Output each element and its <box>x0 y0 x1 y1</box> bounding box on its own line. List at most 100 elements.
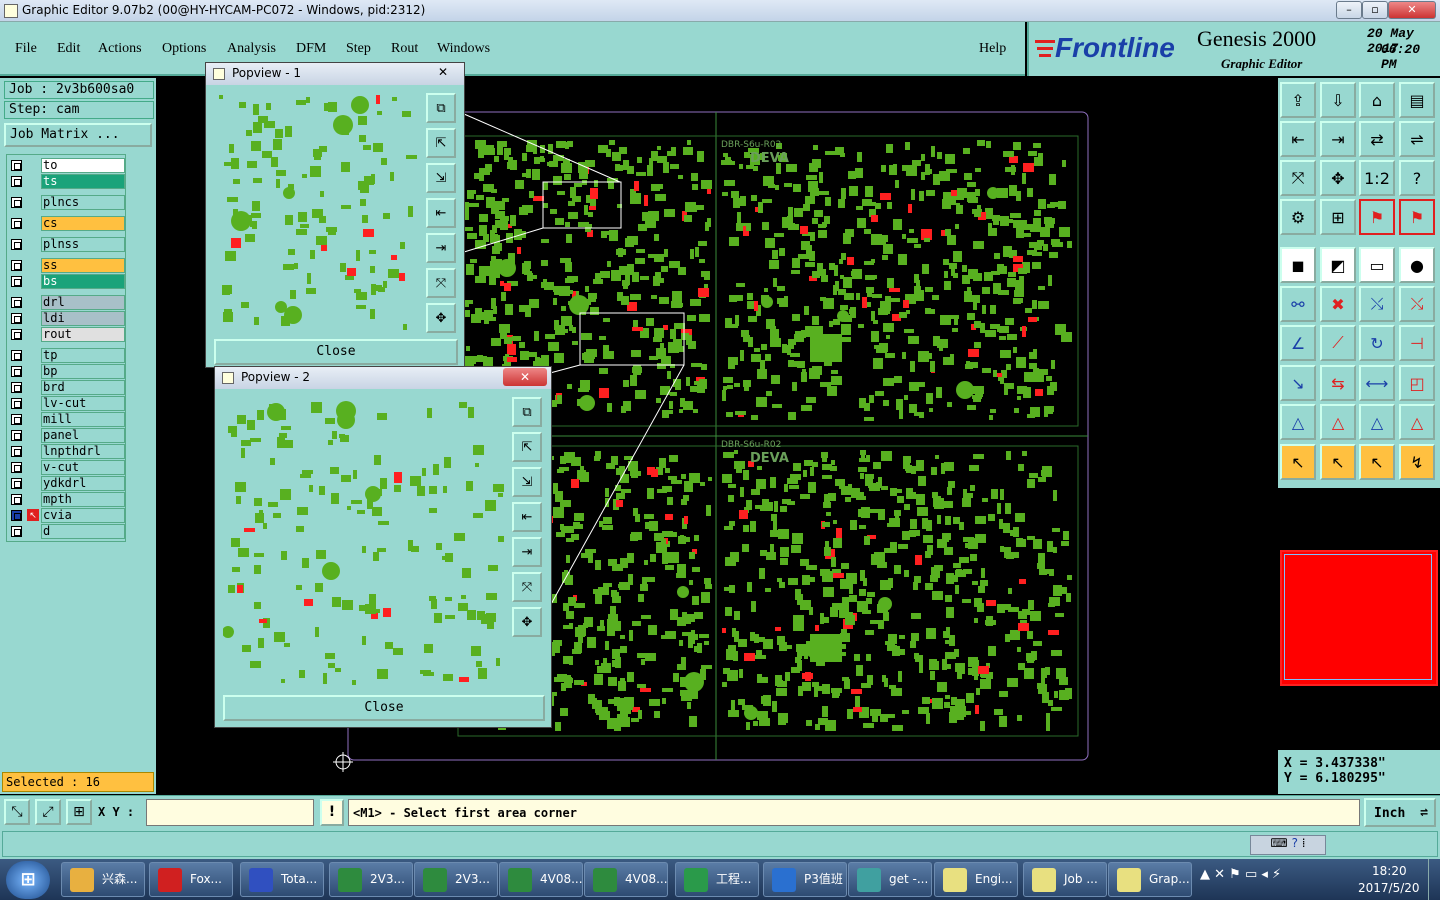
layer-row-cvia[interactable]: ↖ cvia <box>9 508 125 523</box>
layer-row-lv-cut[interactable]: lv-cut <box>9 396 125 411</box>
xy-input[interactable] <box>146 799 314 826</box>
menu-help[interactable]: Help <box>979 41 1006 57</box>
layer-name[interactable]: plncs <box>41 195 125 210</box>
layer-row-ldi[interactable]: ldi <box>9 311 125 326</box>
tool-button-32-icon[interactable]: ◰ <box>1399 365 1435 401</box>
popview-1-pan-right-icon[interactable]: ⇥ <box>426 233 456 263</box>
popview-2-canvas[interactable] <box>223 397 507 691</box>
layer-row-drl[interactable]: drl <box>9 295 125 310</box>
layer-checkbox[interactable] <box>11 398 22 409</box>
layer-name[interactable]: plnss <box>41 237 125 252</box>
tool-button-31-icon[interactable]: ⟷ <box>1359 365 1395 401</box>
tool-button-39-icon[interactable]: ↖ <box>1359 444 1395 480</box>
tool-button-29-icon[interactable]: ↘ <box>1280 365 1316 401</box>
popview-2-zoom-down-icon[interactable]: ⇲ <box>512 467 542 497</box>
taskbar-item[interactable]: 4V08... <box>584 862 668 897</box>
tool-button-23-icon[interactable]: ⤯ <box>1359 286 1395 322</box>
layer-checkbox[interactable] <box>11 160 22 171</box>
popview-2-copy-icon[interactable]: ⧉ <box>512 397 542 427</box>
taskbar-item[interactable]: 工程... <box>675 862 759 897</box>
taskbar-item[interactable]: 2V3... <box>329 862 413 897</box>
tool-button-1-icon[interactable]: ⇪ <box>1280 82 1316 118</box>
popview-1-zoom-down-icon[interactable]: ⇲ <box>426 163 456 193</box>
tool-button-37-icon[interactable]: ↖ <box>1280 444 1316 480</box>
tool-button-19-icon[interactable]: ▭ <box>1359 247 1395 283</box>
layer-checkbox[interactable] <box>11 462 22 473</box>
popview-1-close-icon[interactable]: ✕ <box>431 65 455 81</box>
layer-row-rout[interactable]: rout <box>9 327 125 342</box>
menu-options[interactable]: Options <box>162 41 206 57</box>
tool-button-6-icon[interactable]: ⇥ <box>1320 121 1356 157</box>
layer-row-to[interactable]: to <box>9 158 125 173</box>
maximize-button[interactable]: ▫ <box>1362 1 1388 19</box>
layer-row-bs[interactable]: bs <box>9 274 125 289</box>
popview-1-copy-icon[interactable]: ⧉ <box>426 93 456 123</box>
tool-button-30-icon[interactable]: ⇆ <box>1320 365 1356 401</box>
popview-1-canvas[interactable] <box>214 91 421 335</box>
menu-analysis[interactable]: Analysis <box>227 41 276 57</box>
layer-checkbox[interactable] <box>11 366 22 377</box>
layer-checkbox[interactable] <box>11 239 22 250</box>
layer-name[interactable]: drl <box>41 295 125 310</box>
layer-row-lnpthdrl[interactable]: lnpthdrl <box>9 444 125 459</box>
popview-2-pan-left-icon[interactable]: ⇤ <box>512 502 542 532</box>
tool-button-12-icon[interactable]: ? <box>1399 160 1435 196</box>
layer-name[interactable]: brd <box>41 380 125 395</box>
tool-button-22-icon[interactable]: ✖ <box>1320 286 1356 322</box>
zoom-fit-icon[interactable]: ⤡ <box>4 799 30 825</box>
tool-button-38-icon[interactable]: ↖ <box>1320 444 1356 480</box>
layer-checkbox[interactable] <box>11 526 22 537</box>
menu-windows[interactable]: Windows <box>437 41 490 57</box>
tool-button-9-icon[interactable]: ⤧ <box>1280 160 1316 196</box>
taskbar-item[interactable]: 兴森... <box>61 862 145 897</box>
tool-button-36-icon[interactable]: △ <box>1399 404 1435 440</box>
layer-name[interactable]: d <box>41 524 125 539</box>
layer-name[interactable]: tp <box>41 348 125 363</box>
layer-checkbox[interactable] <box>11 350 22 361</box>
tool-button-24-icon[interactable]: ⤯ <box>1399 286 1435 322</box>
tool-button-13-icon[interactable]: ⚙ <box>1280 199 1316 235</box>
tool-button-20-icon[interactable]: ● <box>1399 247 1435 283</box>
help-icon[interactable]: ? <box>1292 836 1298 850</box>
layer-name[interactable]: ldi <box>41 311 125 326</box>
popview-2-close-button[interactable]: Close <box>223 695 545 721</box>
units-selector[interactable]: Inch ⇌ <box>1364 798 1436 827</box>
language-bar[interactable]: ⌨ ? ⁞ <box>1250 835 1326 855</box>
layer-row-mill[interactable]: mill <box>9 412 125 427</box>
layer-name[interactable]: panel <box>41 428 125 443</box>
tool-button-3-icon[interactable]: ⌂ <box>1359 82 1395 118</box>
tool-button-11-icon[interactable]: 1:2 <box>1359 160 1395 196</box>
tool-button-25-icon[interactable]: ∠ <box>1280 325 1316 361</box>
layer-checkbox[interactable] <box>11 430 22 441</box>
popview-2-pan-right-icon[interactable]: ⇥ <box>512 537 542 567</box>
taskbar-item[interactable]: Fox... <box>149 862 233 897</box>
taskbar-item[interactable]: Engi... <box>934 862 1018 897</box>
tool-button-27-icon[interactable]: ↻ <box>1359 325 1395 361</box>
layer-row-cs[interactable]: cs <box>9 216 125 231</box>
show-desktop-button[interactable] <box>1428 859 1440 900</box>
grid-icon[interactable]: ⊞ <box>66 799 92 825</box>
popview-1-fit-icon[interactable]: ⤧ <box>426 268 456 298</box>
layer-row-ydkdrl[interactable]: ydkdrl <box>9 476 125 491</box>
layer-row-ts[interactable]: ts <box>9 174 125 189</box>
taskbar-item[interactable]: get -... <box>848 862 932 897</box>
tool-button-33-icon[interactable]: △ <box>1280 404 1316 440</box>
system-tray[interactable]: ▲ ✕ ⚑ ▭ ◂ ⚡ <box>1200 867 1350 891</box>
layer-name[interactable]: rout <box>41 327 125 342</box>
layer-name[interactable]: lnpthdrl <box>41 444 125 459</box>
layer-name[interactable]: ts <box>41 174 125 189</box>
layer-checkbox[interactable] <box>11 276 22 287</box>
layer-name[interactable]: bs <box>41 274 125 289</box>
layer-row-ss[interactable]: ss <box>9 258 125 273</box>
layer-checkbox[interactable] <box>11 494 22 505</box>
layer-row-tp[interactable]: tp <box>9 348 125 363</box>
popview-1-pan-left-icon[interactable]: ⇤ <box>426 198 456 228</box>
menu-rout[interactable]: Rout <box>391 41 418 57</box>
layer-row-plnss[interactable]: plnss <box>9 237 125 252</box>
tool-button-15-icon[interactable]: ⚑ <box>1359 199 1395 235</box>
tool-button-8-icon[interactable]: ⇌ <box>1399 121 1435 157</box>
taskbar-item[interactable]: 2V3... <box>414 862 498 897</box>
layer-row-v-cut[interactable]: v-cut <box>9 460 125 475</box>
layer-name[interactable]: cs <box>41 216 125 231</box>
taskbar-item[interactable]: 4V08... <box>499 862 583 897</box>
